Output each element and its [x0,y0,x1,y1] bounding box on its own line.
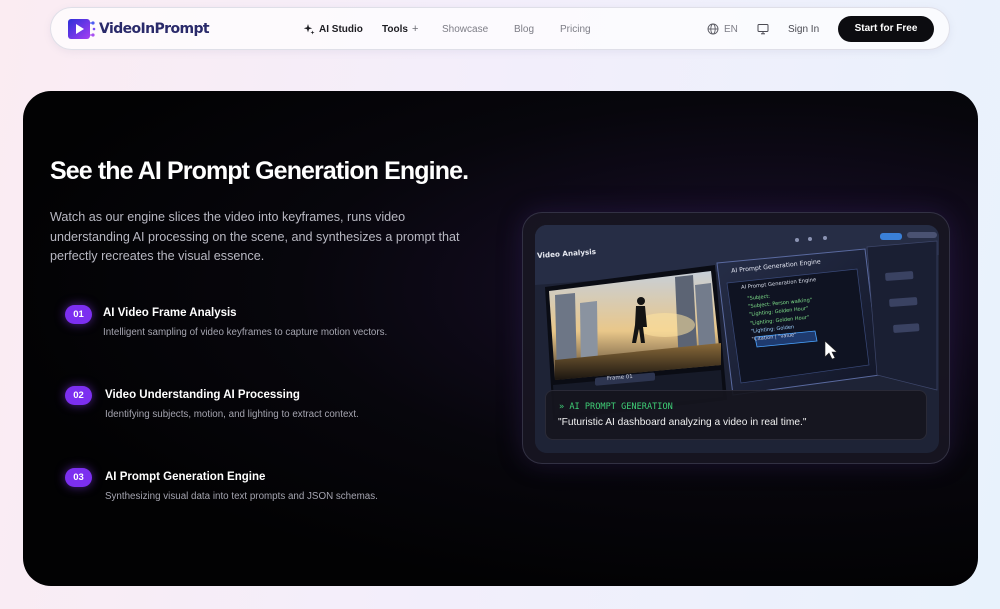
logo-text: VideoInPrompt [99,21,210,37]
logo[interactable]: VideoInPrompt [67,16,210,42]
step-number-badge: 02 [65,386,92,405]
caption-label: » AI PROMPT GENERATION [559,402,673,412]
nav-ai-studio[interactable]: AI Studio [303,8,363,51]
caption-text: "Futuristic AI dashboard analyzing a vid… [558,417,807,428]
step-title: Video Understanding AI Processing [105,389,300,401]
engine-section: See the AI Prompt Generation Engine. Wat… [23,91,978,586]
sign-in-link[interactable]: Sign In [788,8,819,51]
step-title: AI Video Frame Analysis [103,307,237,319]
section-description: Watch as our engine slices the video int… [50,210,460,264]
logo-mark-icon [67,17,97,41]
step-number-badge: 03 [65,468,92,487]
step-description: Synthesizing visual data into text promp… [105,491,378,502]
start-free-button[interactable]: Start for Free [838,16,934,42]
display-toggle[interactable] [757,8,769,51]
code-lines: "Subject: "Subject: Person walking" "Lig… [747,288,816,344]
step-title: AI Prompt Generation Engine [105,471,266,483]
nav-tools-label: Tools [382,24,408,35]
plus-icon: + [411,23,419,35]
nav-showcase[interactable]: Showcase [442,8,488,51]
engine-preview: Video Analysis Frame 01 AI Prompt Genera… [522,212,950,464]
nav-ai-studio-label: AI Studio [319,24,363,35]
monitor-icon [757,24,769,35]
sparkle-icon [303,8,315,51]
prompt-caption: » AI PROMPT GENERATION "Futuristic AI da… [545,390,927,440]
step-description: Intelligent sampling of video keyframes … [103,327,388,338]
step-number-badge: 01 [65,305,92,324]
preview-screen: Video Analysis Frame 01 AI Prompt Genera… [535,225,939,453]
globe-icon [707,8,719,51]
nav-tools[interactable]: Tools + [382,8,418,51]
language-label: EN [724,24,738,35]
step-description: Identifying subjects, motion, and lighti… [105,409,359,420]
nav-pricing[interactable]: Pricing [560,8,591,51]
language-selector[interactable]: EN [707,8,738,51]
nav-blog[interactable]: Blog [514,8,534,51]
top-nav: VideoInPrompt AI Studio Tools + Showcase … [50,7,950,50]
section-title: See the AI Prompt Generation Engine. [50,157,469,185]
